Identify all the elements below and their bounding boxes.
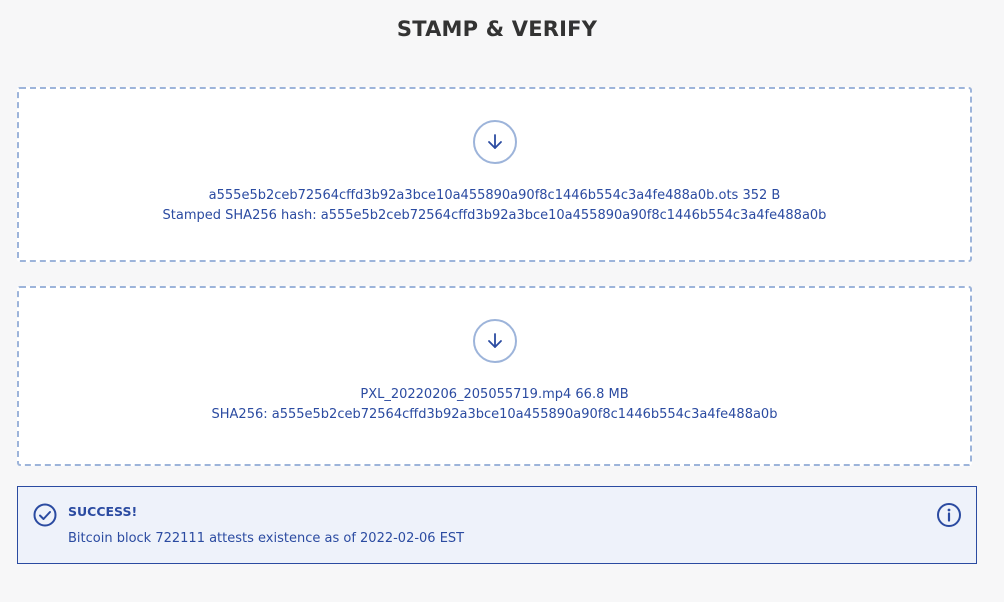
ots-file-name-size: a555e5b2ceb72564cffd3b92a3bce10a455890a9… — [208, 188, 781, 203]
download-arrow-icon[interactable] — [473, 319, 517, 363]
alert-message: Bitcoin block 722111 attests existence a… — [68, 531, 465, 546]
target-file-dropzone[interactable]: PXL_20220206_205055719.mp4 66.8 MB SHA25… — [17, 286, 972, 466]
page-title: STAMP & VERIFY — [396, 17, 598, 41]
check-circle-icon — [33, 503, 57, 527]
info-circle-icon[interactable] — [936, 502, 962, 528]
target-file-hash: SHA256: a555e5b2ceb72564cffd3b92a3bce10a… — [211, 407, 778, 422]
ots-file-info: a555e5b2ceb72564cffd3b92a3bce10a455890a9… — [19, 186, 970, 226]
ots-stamped-hash: Stamped SHA256 hash: a555e5b2ceb72564cff… — [162, 208, 827, 223]
target-file-info: PXL_20220206_205055719.mp4 66.8 MB SHA25… — [19, 385, 970, 425]
alert-title: SUCCESS! — [68, 504, 138, 519]
ots-file-dropzone[interactable]: a555e5b2ceb72564cffd3b92a3bce10a455890a9… — [17, 87, 972, 262]
target-file-name-size: PXL_20220206_205055719.mp4 66.8 MB — [360, 387, 629, 402]
success-alert: SUCCESS! Bitcoin block 722111 attests ex… — [17, 486, 977, 564]
download-arrow-icon[interactable] — [473, 120, 517, 164]
